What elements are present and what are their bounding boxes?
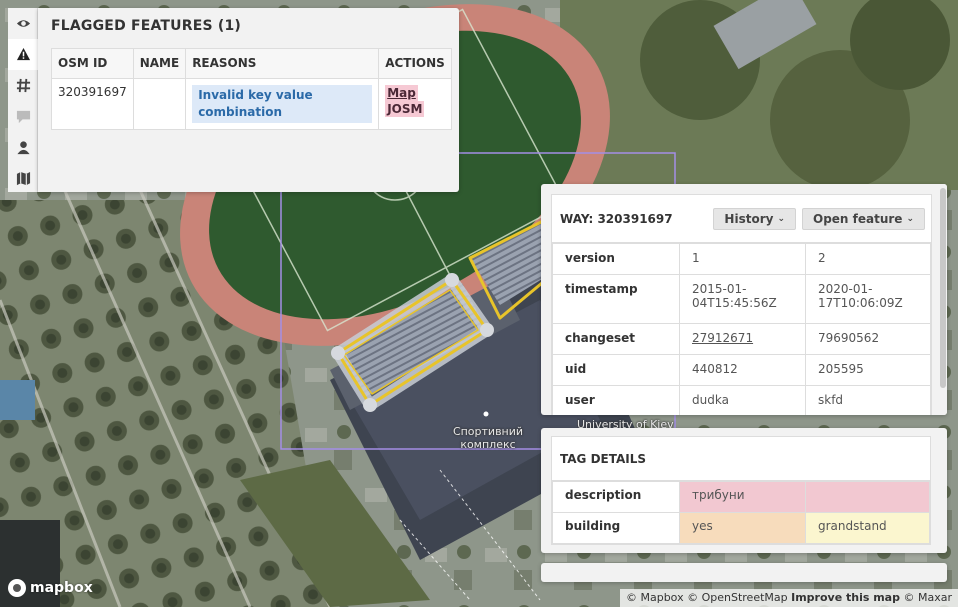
history-label: History: [724, 211, 774, 226]
bottom-panel: [541, 563, 947, 582]
tag-details-panel: TAG DETAILS description трибуни building…: [541, 428, 947, 553]
table-row[interactable]: 320391697 Invalid key value combination …: [51, 78, 452, 130]
maxar-attribution-link[interactable]: © Maxar: [903, 591, 952, 604]
building-new: grandstand: [805, 512, 930, 544]
open-feature-button[interactable]: Open feature ⌄: [802, 207, 925, 230]
map-attribution: © Mapbox © OpenStreetMap Improve this ma…: [619, 589, 958, 607]
partial-place-label: University of Kiev: [577, 418, 674, 428]
osm-attribution-link[interactable]: © OpenStreetMap: [687, 591, 788, 604]
mapbox-attribution-link[interactable]: © Mapbox: [626, 591, 684, 604]
changeset-key: changeset: [552, 323, 680, 355]
actions-cell: MapJOSM: [378, 78, 452, 130]
table-row: user dudka skfd: [552, 385, 931, 415]
changeset-link[interactable]: 27912671: [692, 331, 753, 345]
changeset-v1-cell: 27912671: [679, 323, 806, 355]
user-key: user: [552, 385, 680, 415]
tag-details-title: TAG DETAILS: [552, 437, 930, 481]
mapbox-logo-text: mapbox: [30, 580, 93, 596]
name-cell: [132, 78, 187, 130]
reason-chip: Invalid key value combination: [192, 85, 373, 123]
version-key: version: [552, 243, 680, 275]
building-key: building: [552, 512, 680, 544]
col-reasons: REASONS: [185, 48, 380, 79]
timestamp-v1: 2015-01-04T15:45:56Z: [679, 274, 806, 324]
chevron-down-icon: ⌄: [777, 213, 785, 224]
map-layers-button[interactable]: [8, 163, 38, 194]
timestamp-v2: 2020-01-17T10:06:09Z: [805, 274, 931, 324]
uid-v1: 440812: [679, 354, 806, 386]
table-row: timestamp 2015-01-04T15:45:56Z 2020-01-1…: [552, 274, 931, 324]
side-toolbar: [8, 8, 38, 192]
map-link[interactable]: Map: [385, 85, 418, 101]
place-label: Спортивний комплекс: [452, 425, 524, 451]
description-new: [805, 481, 930, 513]
building-old: yes: [679, 512, 806, 544]
description-old: трибуни: [679, 481, 806, 513]
table-row: changeset 27912671 79690562: [552, 323, 931, 355]
reasons-cell: Invalid key value combination: [185, 78, 380, 130]
panel-title: FLAGGED FEATURES (1): [51, 18, 241, 34]
table-row: version 1 2: [552, 243, 931, 275]
tags-button[interactable]: [8, 70, 38, 101]
description-key: description: [552, 481, 680, 513]
history-button[interactable]: History ⌄: [713, 207, 796, 230]
way-panel-scrollbar[interactable]: [939, 184, 947, 415]
improve-map-link[interactable]: Improve this map: [791, 591, 900, 604]
version-v2: 2: [805, 243, 931, 275]
eye-icon: [16, 20, 30, 27]
changeset-v2: 79690562: [805, 323, 931, 355]
user-v1: dudka: [679, 385, 806, 415]
table-row: description трибуни: [552, 481, 930, 513]
flagged-table: OSM ID NAME REASONS ACTIONS 320391697 In…: [51, 48, 452, 130]
uid-v2: 205595: [805, 354, 931, 386]
comments-button[interactable]: [8, 101, 38, 132]
col-actions: ACTIONS: [378, 48, 452, 79]
hash-icon: [16, 78, 30, 93]
user-v2: skfd: [805, 385, 931, 415]
open-feature-label: Open feature: [813, 211, 903, 226]
table-header-row: OSM ID NAME REASONS ACTIONS: [51, 48, 452, 79]
uid-key: uid: [552, 354, 680, 386]
tag-diff-table: description трибуни building yes grandst…: [552, 481, 930, 544]
way-title: WAY: 320391697: [560, 211, 673, 226]
timestamp-key: timestamp: [552, 274, 680, 324]
col-name: NAME: [132, 48, 187, 79]
comment-icon: [16, 110, 30, 124]
mapbox-logo-icon: [8, 579, 26, 597]
table-row: building yes grandstand: [552, 512, 930, 544]
table-row: uid 440812 205595: [552, 354, 931, 386]
flagged-features-button[interactable]: [8, 39, 38, 70]
way-versions-table: version 1 2 timestamp 2015-01-04T15:45:5…: [552, 243, 931, 415]
warning-icon: [16, 47, 30, 61]
mapbox-logo[interactable]: mapbox: [8, 579, 93, 597]
user-icon: [16, 141, 30, 155]
flagged-features-panel: FLAGGED FEATURES (1) OSM ID NAME REASONS…: [38, 8, 459, 192]
chevron-down-icon: ⌄: [906, 213, 914, 224]
view-toggle-button[interactable]: [8, 8, 38, 39]
user-button[interactable]: [8, 132, 38, 163]
osm-id-cell: 320391697: [51, 78, 134, 130]
version-v1: 1: [679, 243, 806, 275]
josm-link[interactable]: JOSM: [385, 101, 425, 117]
scrollbar-thumb[interactable]: [940, 188, 946, 388]
map-icon: [16, 171, 30, 186]
col-osm-id: OSM ID: [51, 48, 134, 79]
way-details-panel: WAY: 320391697 History ⌄ Open feature ⌄ …: [541, 184, 947, 415]
